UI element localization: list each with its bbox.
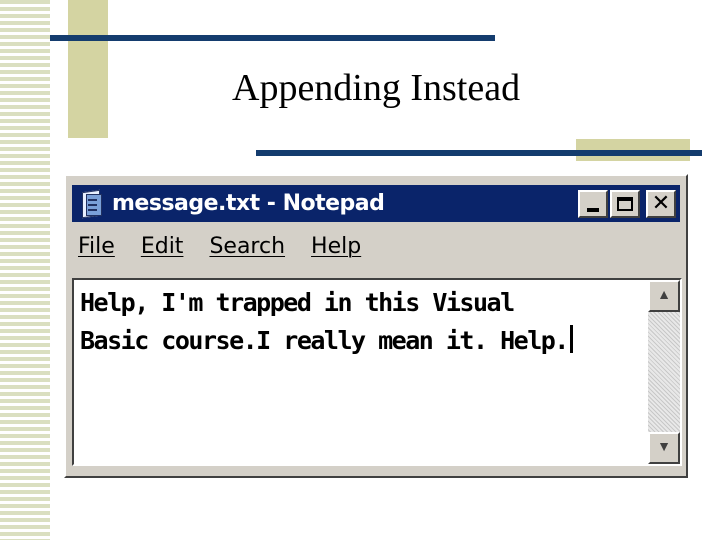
minimize-icon (587, 207, 599, 212)
close-button[interactable]: ✕ (646, 189, 676, 218)
notepad-window: message.txt - Notepad ✕ File Edit Search… (64, 174, 688, 478)
scroll-up-button[interactable]: ▲ (648, 280, 680, 312)
title-rule-top (50, 35, 495, 41)
text-content[interactable]: Help, I'm trapped in this Visual Basic c… (80, 284, 640, 360)
close-icon: ✕ (651, 191, 671, 216)
menu-file[interactable]: File (78, 234, 115, 266)
vertical-scrollbar[interactable]: ▲ ▼ (648, 280, 680, 464)
text-caret (569, 325, 573, 353)
scroll-down-button[interactable]: ▼ (648, 432, 680, 464)
window-controls: ✕ (578, 189, 676, 218)
arrow-down-icon: ▼ (657, 440, 671, 455)
notepad-icon[interactable] (76, 189, 104, 219)
beige-block-top (68, 0, 108, 138)
title-bar[interactable]: message.txt - Notepad ✕ (72, 185, 680, 222)
maximize-icon (617, 196, 633, 211)
menu-search[interactable]: Search (209, 234, 285, 266)
left-stripe-decoration (0, 0, 50, 540)
menu-edit[interactable]: Edit (141, 234, 184, 266)
text-line-2: Basic course.I really mean it. Help. (80, 326, 569, 355)
arrow-up-icon: ▲ (657, 288, 671, 303)
maximize-button[interactable] (610, 189, 640, 218)
slide-title: Appending Instead (232, 67, 521, 109)
text-editor[interactable]: Help, I'm trapped in this Visual Basic c… (72, 278, 682, 466)
menu-help[interactable]: Help (311, 234, 361, 266)
minimize-button[interactable] (578, 189, 608, 218)
window-title: message.txt - Notepad (112, 191, 385, 216)
title-rule-bottom (256, 150, 702, 156)
menu-bar: File Edit Search Help (78, 234, 361, 266)
text-line-1: Help, I'm trapped in this Visual (80, 288, 515, 317)
